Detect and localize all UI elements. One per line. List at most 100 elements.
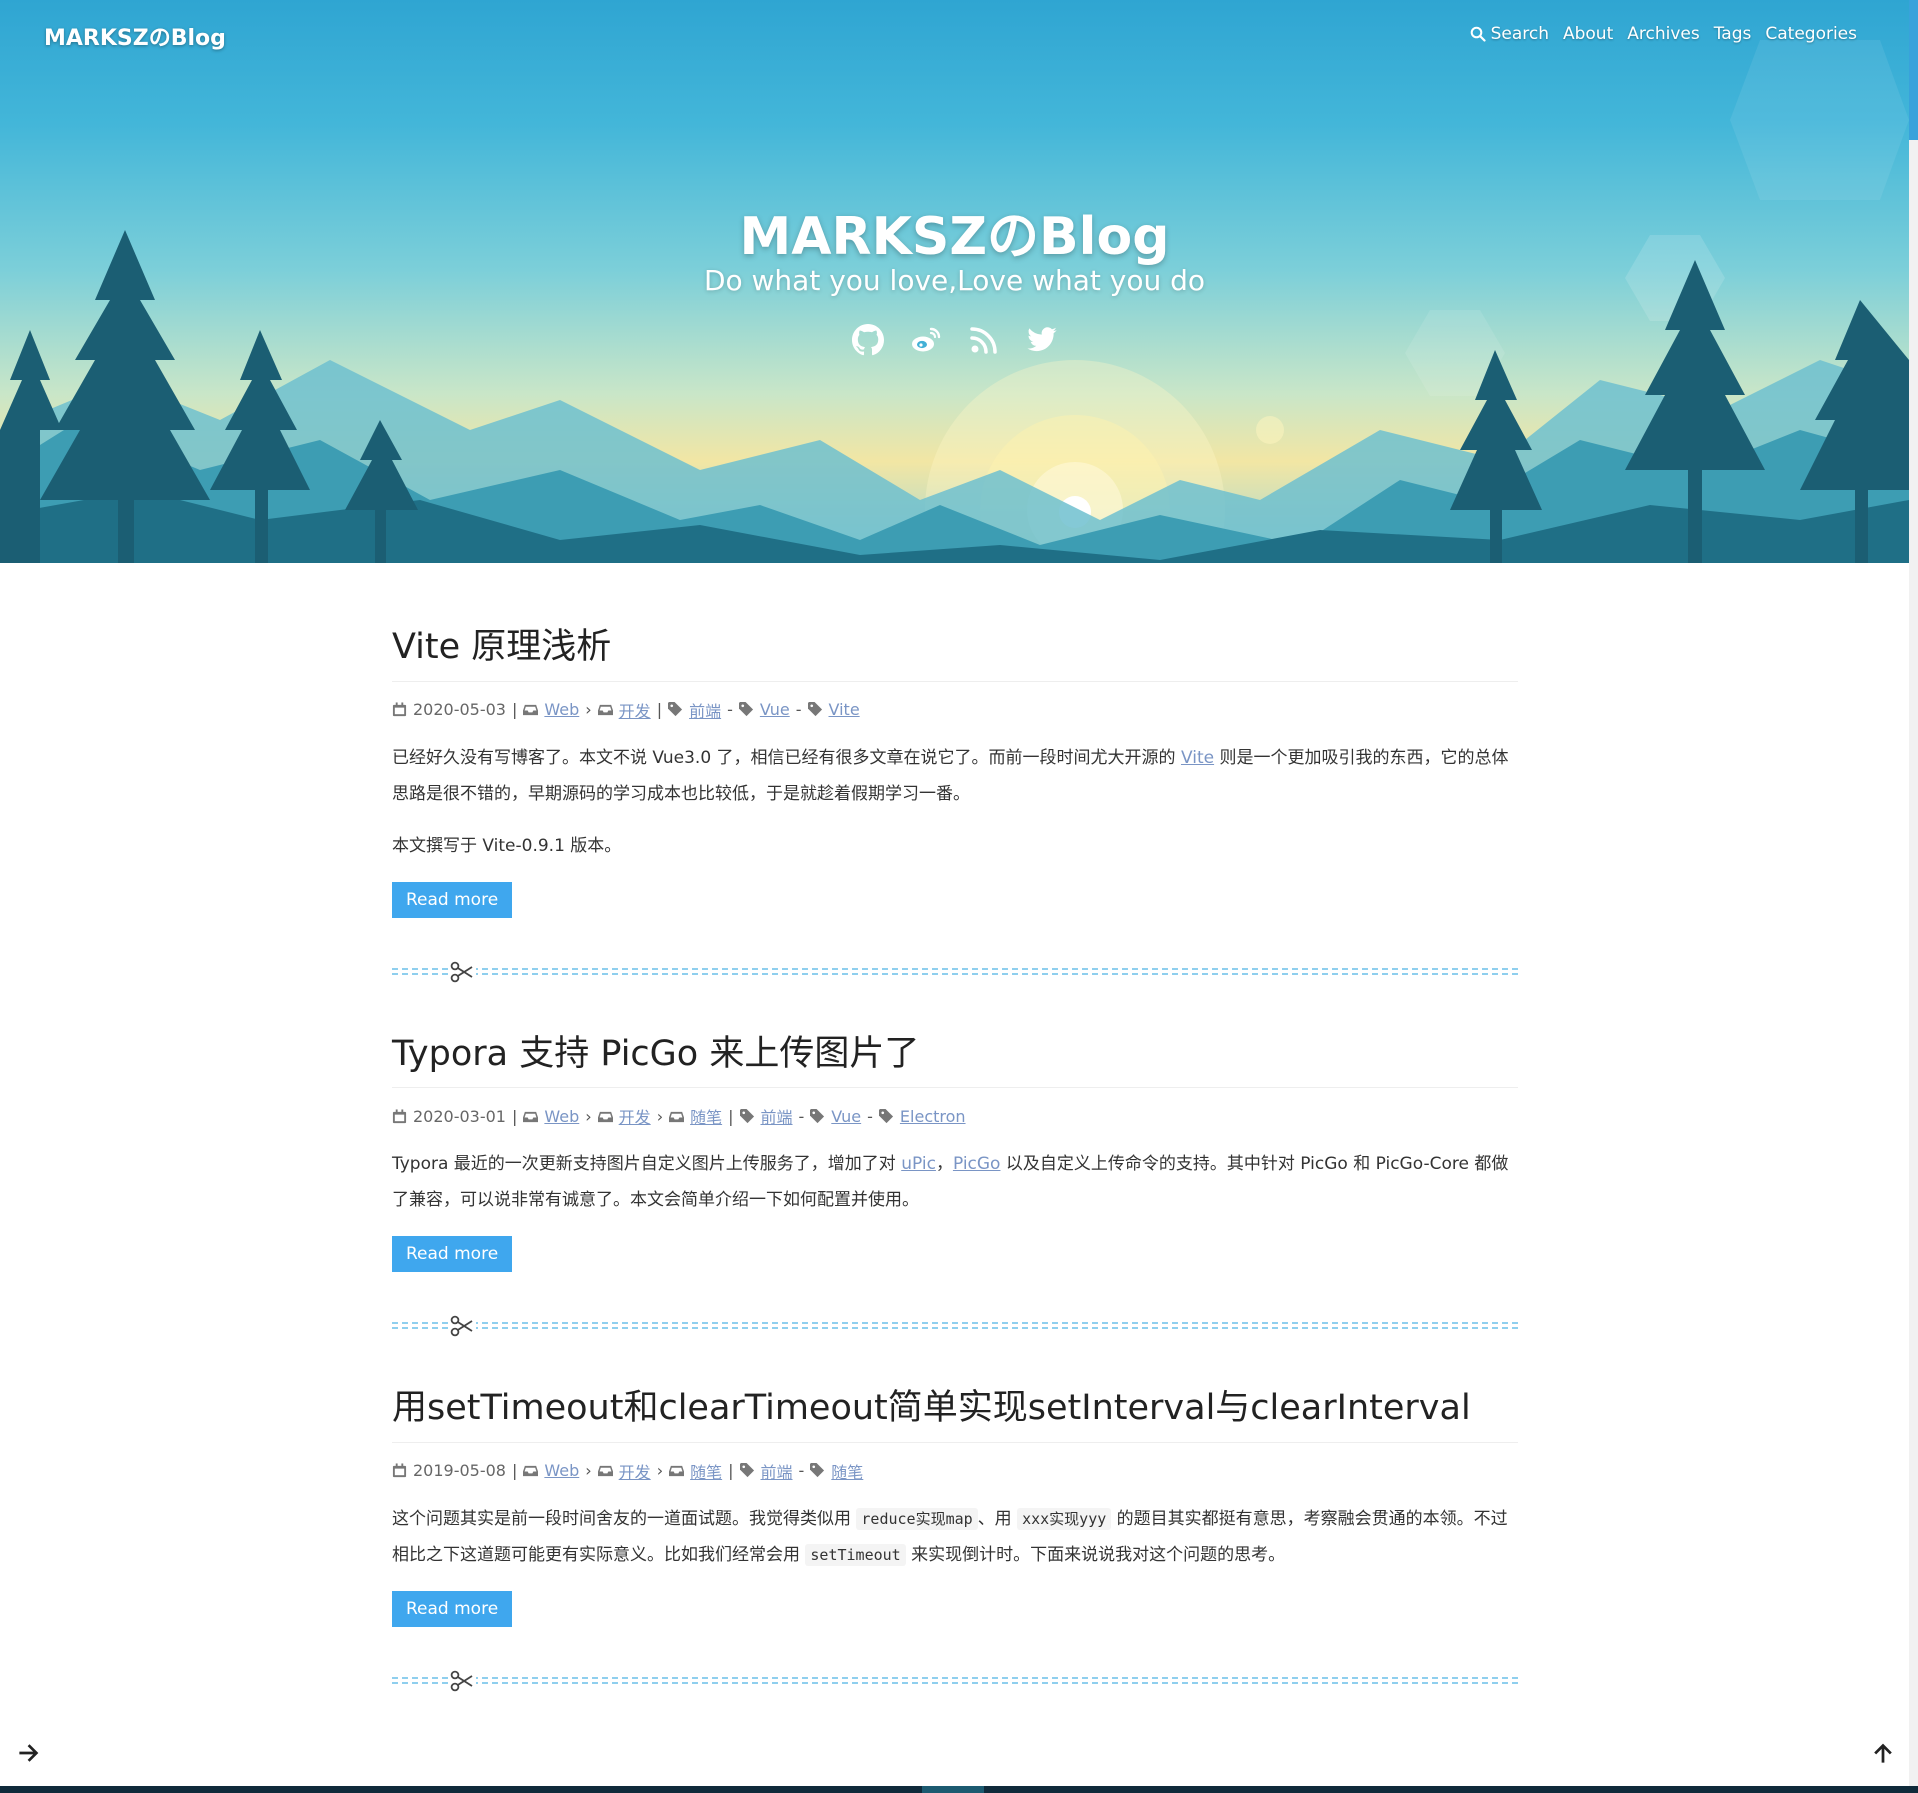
twitter-link[interactable] xyxy=(1026,324,1058,356)
excerpt-text: 来实现倒计时。下面来说说我对这个问题的思考。 xyxy=(905,1544,1286,1565)
calendar-icon xyxy=(392,702,407,717)
github-icon xyxy=(851,324,884,356)
divider-line xyxy=(392,1676,1518,1679)
scrollbar[interactable] xyxy=(1909,0,1918,1793)
tag-link[interactable]: 前端 xyxy=(761,1459,793,1483)
excerpt-text: 已经好久没有写博客了。本文不说 Vue3.0 了，相信已经有很多文章在说它了。而… xyxy=(392,747,1181,768)
tag-link[interactable]: Vue xyxy=(760,700,790,719)
category-link[interactable]: 开发 xyxy=(619,1459,651,1483)
excerpt-link[interactable]: PicGo xyxy=(953,1154,1001,1174)
arrow-right-icon xyxy=(19,1744,39,1762)
nav-brand[interactable]: MARKSZのBlog xyxy=(44,20,226,52)
twitter-icon xyxy=(1026,327,1057,352)
post-meta: 2020-03-01 | Web › 开发 › 随笔 | 前端 - Vue - … xyxy=(392,1104,1518,1128)
tag-link[interactable]: 前端 xyxy=(689,698,721,722)
inbox-icon xyxy=(669,1465,685,1477)
excerpt-link[interactable]: uPic xyxy=(901,1154,936,1174)
rss-link[interactable] xyxy=(968,324,1000,356)
inbox-icon xyxy=(597,1465,613,1477)
nav-item-label: Search xyxy=(1490,24,1549,44)
divider-line xyxy=(392,1322,1518,1324)
category-link[interactable]: 随笔 xyxy=(690,1459,722,1483)
meta-separator: - xyxy=(795,700,802,719)
toggle-sidebar-button[interactable] xyxy=(18,1742,40,1764)
post-date: 2020-05-03 xyxy=(413,700,506,719)
category-link[interactable]: Web xyxy=(544,1107,579,1126)
category-link[interactable]: Web xyxy=(544,700,579,719)
post-date: 2019-05-08 xyxy=(413,1461,506,1480)
post-item: Typora 支持 PicGo 来上传图片了 2020-03-01 | Web … xyxy=(392,1032,1518,1272)
nav-item-search[interactable]: Search xyxy=(1470,24,1549,44)
inline-code: xxx实现yyy xyxy=(1017,1507,1112,1530)
read-more-button[interactable]: Read more xyxy=(392,1590,513,1627)
post-list: Vite 原理浅析 2020-05-03 | Web › 开发 | 前端 - V… xyxy=(392,625,1518,1741)
post-excerpt: 已经好久没有写博客了。本文不说 Vue3.0 了，相信已经有很多文章在说它了。而… xyxy=(392,740,1518,864)
scissors-icon xyxy=(448,1668,476,1693)
divider-line xyxy=(392,1327,1518,1329)
footer-bar xyxy=(0,1786,1918,1793)
social-links xyxy=(0,324,1909,356)
back-to-top-button[interactable] xyxy=(1872,1742,1894,1764)
footer-accent xyxy=(922,1786,984,1793)
scrollbar-thumb[interactable] xyxy=(1909,0,1918,140)
scissors-icon xyxy=(448,959,476,984)
nav-item-about[interactable]: About xyxy=(1563,24,1613,44)
post-title[interactable]: 用setTimeout和clearTimeout简单实现setInterval与… xyxy=(392,1386,1518,1443)
calendar-icon xyxy=(392,1108,407,1123)
excerpt-text: 、用 xyxy=(977,1508,1018,1529)
github-link[interactable] xyxy=(851,324,884,356)
tag-link[interactable]: Vite xyxy=(829,700,860,719)
tag-link[interactable]: 前端 xyxy=(761,1104,793,1128)
nav-item-archives[interactable]: Archives xyxy=(1627,24,1699,44)
inbox-icon xyxy=(669,1111,685,1122)
inbox-icon xyxy=(523,1465,539,1477)
tag-icon xyxy=(739,1463,754,1478)
post-date: 2020-03-01 xyxy=(413,1106,506,1126)
divider-line xyxy=(392,967,1518,970)
chevron-right-icon: › xyxy=(656,1461,664,1480)
inbox-icon xyxy=(523,1111,539,1122)
post-title[interactable]: Vite 原理浅析 xyxy=(392,625,1518,682)
meta-separator: | xyxy=(511,700,518,719)
post-divider xyxy=(392,959,1518,984)
tag-icon xyxy=(739,1108,754,1123)
nav-item-categories[interactable]: Categories xyxy=(1765,24,1857,44)
category-link[interactable]: 开发 xyxy=(619,698,651,722)
inline-code: setTimeout xyxy=(805,1543,906,1566)
excerpt-paragraph: Typora 最近的一次更新支持图片自定义图片上传服务了，增加了对 uPic，P… xyxy=(392,1146,1518,1218)
post-divider xyxy=(392,1314,1518,1338)
read-more-button[interactable]: Read more xyxy=(392,1236,513,1272)
meta-separator: - xyxy=(867,1106,873,1126)
post-excerpt: 这个问题其实是前一段时间舍友的一道面试题。我觉得类似用 reduce实现map、… xyxy=(392,1501,1518,1573)
excerpt-text: 这个问题其实是前一段时间舍友的一道面试题。我觉得类似用 xyxy=(392,1508,857,1529)
weibo-link[interactable] xyxy=(910,324,942,356)
meta-separator: | xyxy=(728,1106,734,1126)
post-divider xyxy=(392,1668,1518,1693)
category-link[interactable]: 随笔 xyxy=(690,1104,722,1128)
search-icon xyxy=(1470,26,1486,42)
excerpt-text: ， xyxy=(935,1154,953,1174)
hero-title: MARKSZのBlog xyxy=(739,207,1170,267)
read-more-button[interactable]: Read more xyxy=(392,881,513,918)
inbox-icon xyxy=(597,1111,613,1122)
tag-link[interactable]: Vue xyxy=(831,1107,861,1126)
nav-item-tags[interactable]: Tags xyxy=(1714,24,1752,44)
chevron-right-icon: › xyxy=(656,1106,664,1126)
hero-subtitle: Do what you love,Love what you do xyxy=(703,264,1206,297)
tag-link[interactable]: 随笔 xyxy=(831,1459,863,1483)
divider-line xyxy=(392,1681,1518,1684)
chevron-right-icon: › xyxy=(585,1461,592,1480)
tag-icon xyxy=(738,702,753,717)
meta-separator: | xyxy=(728,1461,734,1480)
tag-icon xyxy=(807,702,822,717)
post-title[interactable]: Typora 支持 PicGo 来上传图片了 xyxy=(392,1032,1518,1088)
category-link[interactable]: Web xyxy=(544,1461,579,1480)
excerpt-text: Typora 最近的一次更新支持图片自定义图片上传服务了，增加了对 xyxy=(392,1154,902,1174)
tag-link[interactable]: Electron xyxy=(900,1107,966,1126)
meta-separator: - xyxy=(727,700,733,719)
post-item: 用setTimeout和clearTimeout简单实现setInterval与… xyxy=(392,1386,1518,1627)
category-link[interactable]: 开发 xyxy=(619,1104,651,1128)
excerpt-link[interactable]: Vite xyxy=(1181,748,1214,768)
excerpt-paragraph: 本文撰写于 Vite-0.9.1 版本。 xyxy=(392,835,622,856)
post-meta: 2020-05-03 | Web › 开发 | 前端 - Vue - Vite xyxy=(392,698,1518,722)
